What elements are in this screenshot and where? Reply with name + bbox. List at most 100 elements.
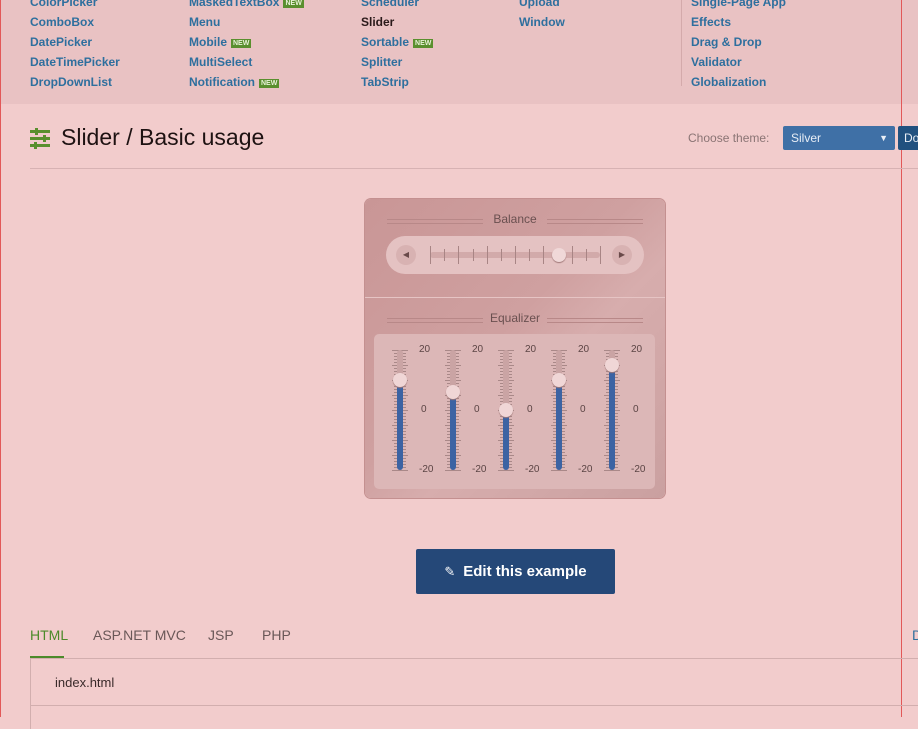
balance-track[interactable] bbox=[430, 246, 601, 264]
nav-link-datepicker[interactable]: DatePicker bbox=[30, 32, 120, 52]
equalizer-handle[interactable] bbox=[605, 358, 619, 372]
nav-link-label: Mobile bbox=[189, 35, 227, 49]
decrease-button[interactable]: ◀ bbox=[396, 245, 416, 265]
nav-divider bbox=[681, 0, 682, 86]
nav-link-slider[interactable]: Slider bbox=[361, 12, 433, 32]
tab-html[interactable]: HTML bbox=[30, 627, 68, 643]
equalizer-scale-label: 0 bbox=[421, 404, 427, 415]
equalizer-tick bbox=[604, 470, 620, 471]
equalizer-scale-label: 0 bbox=[474, 404, 480, 415]
new-badge: NEW bbox=[259, 79, 280, 88]
nav-column-5: Single-Page App Effects Drag & Drop Vali… bbox=[691, 0, 786, 92]
nav-link-dropdownlist[interactable]: DropDownList bbox=[30, 72, 120, 92]
balance-slider[interactable]: ◀ ▶ bbox=[386, 236, 644, 274]
file-name[interactable]: index.html bbox=[55, 675, 114, 690]
equalizer-scale-label: 0 bbox=[633, 404, 639, 415]
equalizer-scale-label: -20 bbox=[419, 464, 434, 475]
nav-link-colorpicker[interactable]: ColorPicker bbox=[30, 0, 120, 12]
equalizer-handle[interactable] bbox=[499, 403, 513, 417]
equalizer-scale-label: -20 bbox=[525, 464, 540, 475]
source-file-panel bbox=[30, 659, 918, 729]
increase-button[interactable]: ▶ bbox=[612, 245, 632, 265]
balance-title: Balance bbox=[493, 212, 537, 226]
equalizer-scale-label: -20 bbox=[631, 464, 646, 475]
nav-link-upload[interactable]: Upload bbox=[519, 0, 565, 12]
nav-link-label: Notification bbox=[189, 75, 255, 89]
equalizer-scale-label: 20 bbox=[472, 344, 484, 355]
balance-tick bbox=[444, 249, 446, 261]
nav-column-4: Upload Window bbox=[519, 0, 565, 32]
theme-select-value: Silver bbox=[791, 131, 822, 145]
equalizer-handle[interactable] bbox=[446, 385, 460, 399]
balance-tick bbox=[529, 249, 531, 261]
equalizer-scale-label: 20 bbox=[578, 344, 590, 355]
balance-tick bbox=[571, 246, 573, 264]
nav-link-notification[interactable]: Notification NEW bbox=[189, 72, 304, 92]
top-navigation: ColorPicker ComboBox DatePicker DateTime… bbox=[0, 0, 918, 104]
equalizer-handle[interactable] bbox=[552, 373, 566, 387]
nav-link-window[interactable]: Window bbox=[519, 12, 565, 32]
balance-tick bbox=[600, 246, 601, 264]
equalizer-scale-label: 0 bbox=[580, 404, 586, 415]
edit-example-button[interactable]: ✎ Edit this example bbox=[416, 549, 615, 594]
tab-aspnet-mvc[interactable]: ASP.NET MVC bbox=[93, 627, 186, 643]
equalizer-scale-label: 20 bbox=[419, 344, 431, 355]
nav-link-tabstrip[interactable]: TabStrip bbox=[361, 72, 433, 92]
equalizer-scale-label: 20 bbox=[631, 344, 643, 355]
nav-link-mobile[interactable]: Mobile NEW bbox=[189, 32, 304, 52]
equalizer-scale-label: -20 bbox=[472, 464, 487, 475]
new-badge: NEW bbox=[231, 39, 252, 48]
tab-php[interactable]: PHP bbox=[262, 627, 291, 643]
nav-link-drag-drop[interactable]: Drag & Drop bbox=[691, 32, 786, 52]
equalizer-fill bbox=[556, 380, 562, 470]
frame-border-right bbox=[901, 0, 902, 717]
nav-link-multiselect[interactable]: MultiSelect bbox=[189, 52, 304, 72]
balance-section-title: Balance bbox=[365, 212, 665, 226]
header-divider bbox=[30, 168, 918, 169]
page: { "nav": { "col1": ["ColorPicker","Combo… bbox=[0, 0, 918, 729]
balance-tick bbox=[430, 246, 431, 264]
balance-tick bbox=[543, 246, 545, 264]
file-divider bbox=[30, 705, 918, 706]
nav-link-combobox[interactable]: ComboBox bbox=[30, 12, 120, 32]
balance-handle[interactable] bbox=[552, 248, 567, 262]
equalizer-handle[interactable] bbox=[393, 373, 407, 387]
right-tab-link[interactable]: D bbox=[912, 627, 918, 643]
balance-tick bbox=[472, 249, 474, 261]
nav-link-label: MaskedTextBox bbox=[189, 0, 280, 9]
nav-link-datetimepicker[interactable]: DateTimePicker bbox=[30, 52, 120, 72]
equalizer-scale-label: 20 bbox=[525, 344, 537, 355]
nav-column-1: ColorPicker ComboBox DatePicker DateTime… bbox=[30, 0, 120, 92]
new-badge: NEW bbox=[413, 39, 434, 48]
new-badge: NEW bbox=[283, 0, 304, 8]
pencil-icon: ✎ bbox=[444, 564, 456, 579]
section-divider bbox=[365, 297, 665, 298]
equalizer-title: Equalizer bbox=[489, 311, 541, 325]
nav-link-scheduler[interactable]: Scheduler bbox=[361, 0, 433, 12]
nav-link-effects[interactable]: Effects bbox=[691, 12, 786, 32]
balance-tick bbox=[486, 246, 488, 264]
tab-jsp[interactable]: JSP bbox=[208, 627, 234, 643]
equalizer-section-title: Equalizer bbox=[365, 311, 665, 325]
nav-link-label: Sortable bbox=[361, 35, 410, 49]
equalizer-tick bbox=[392, 470, 408, 471]
theme-apply-button[interactable]: Do bbox=[898, 126, 918, 150]
balance-tick bbox=[458, 246, 460, 264]
equalizer-fill bbox=[503, 410, 509, 470]
nav-link-maskedtextbox[interactable]: MaskedTextBox NEW bbox=[189, 0, 304, 12]
nav-link-validator[interactable]: Validator bbox=[691, 52, 786, 72]
equalizer-fill bbox=[397, 380, 403, 470]
equalizer-scale-label: 0 bbox=[527, 404, 533, 415]
nav-link-menu[interactable]: Menu bbox=[189, 12, 304, 32]
theme-select[interactable]: Silver ▼ bbox=[783, 126, 895, 150]
theme-label: Choose theme: bbox=[688, 131, 770, 145]
edit-example-label: Edit this example bbox=[463, 563, 587, 580]
nav-link-splitter[interactable]: Splitter bbox=[361, 52, 433, 72]
slider-icon bbox=[30, 128, 50, 149]
slider-demo-panel: Balance ◀ ▶ Equalizer 20 0 -20 20 0 -20 20 0 -20… bbox=[365, 199, 665, 498]
nav-link-sortable[interactable]: Sortable NEW bbox=[361, 32, 434, 52]
chevron-down-icon: ▼ bbox=[879, 133, 888, 143]
nav-link-single-page-app[interactable]: Single-Page App bbox=[691, 0, 786, 12]
nav-column-2: MaskedTextBox NEW Menu Mobile NEW MultiSel… bbox=[189, 0, 304, 92]
nav-link-globalization[interactable]: Globalization bbox=[691, 72, 786, 92]
